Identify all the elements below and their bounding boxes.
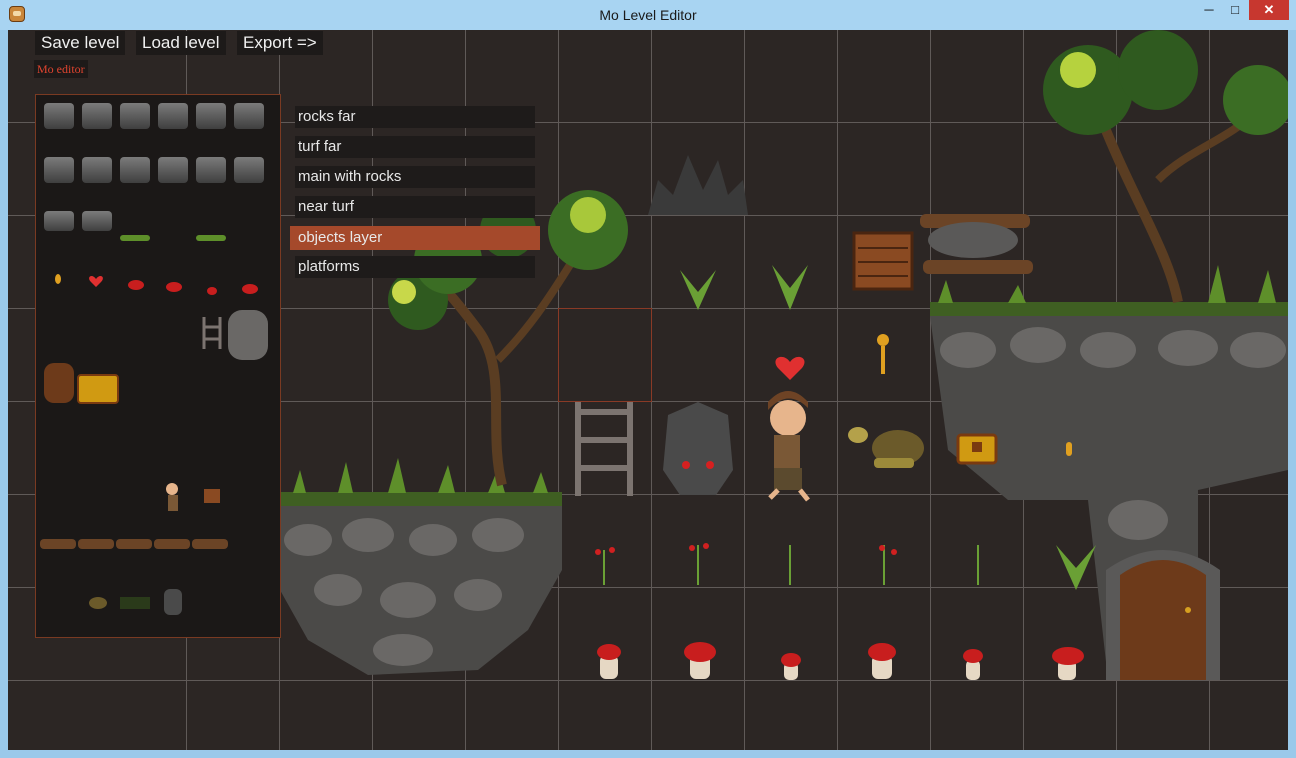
title-bar[interactable]: Mo Level Editor ─ □ ✕: [0, 0, 1296, 30]
door-prop: [1106, 550, 1220, 680]
heart-pickup: [775, 356, 805, 380]
key-pickup: [877, 334, 889, 374]
treasure-chest: [956, 433, 998, 465]
editor-tag: Mo editor: [34, 60, 88, 78]
level-canvas[interactable]: Save level Load level Export => Mo edito…: [8, 30, 1288, 750]
load-level-button[interactable]: Load level: [136, 31, 226, 55]
layer-item-turf-far[interactable]: turf far: [295, 136, 535, 158]
window-title: Mo Level Editor: [599, 7, 697, 23]
mushroom-row: [597, 642, 1084, 680]
save-level-button[interactable]: Save level: [35, 31, 126, 55]
palette-sprites: [40, 274, 268, 615]
ladder-prop: [575, 402, 633, 496]
layer-list: rocks far turf far main with rocks near …: [290, 106, 540, 286]
turtle-enemy: [848, 427, 924, 468]
left-rock-platform: [280, 458, 562, 675]
coin-pickup: [1066, 442, 1072, 456]
layer-item-platforms[interactable]: platforms: [295, 256, 535, 278]
minimize-button[interactable]: ─: [1196, 0, 1222, 20]
hero-character: [768, 391, 810, 502]
maximize-button[interactable]: □: [1222, 0, 1248, 20]
log-platform: [920, 214, 1033, 274]
close-button[interactable]: ✕: [1249, 0, 1289, 20]
flower-row: [595, 543, 979, 585]
tile-palette[interactable]: [35, 94, 281, 638]
layer-item-objects-layer[interactable]: objects layer: [290, 226, 540, 250]
spike-rock-prop: [648, 155, 748, 215]
layer-item-main-with-rocks[interactable]: main with rocks: [295, 166, 535, 188]
stone-totem-enemy: [663, 402, 733, 495]
app-window: Mo Level Editor ─ □ ✕ Save level Load le…: [0, 0, 1296, 758]
layer-item-near-turf[interactable]: near turf: [295, 196, 535, 218]
tree-right: [1043, 30, 1288, 303]
layer-item-rocks-far[interactable]: rocks far: [295, 106, 535, 128]
export-button[interactable]: Export =>: [237, 31, 323, 55]
crate-prop: [852, 231, 914, 291]
